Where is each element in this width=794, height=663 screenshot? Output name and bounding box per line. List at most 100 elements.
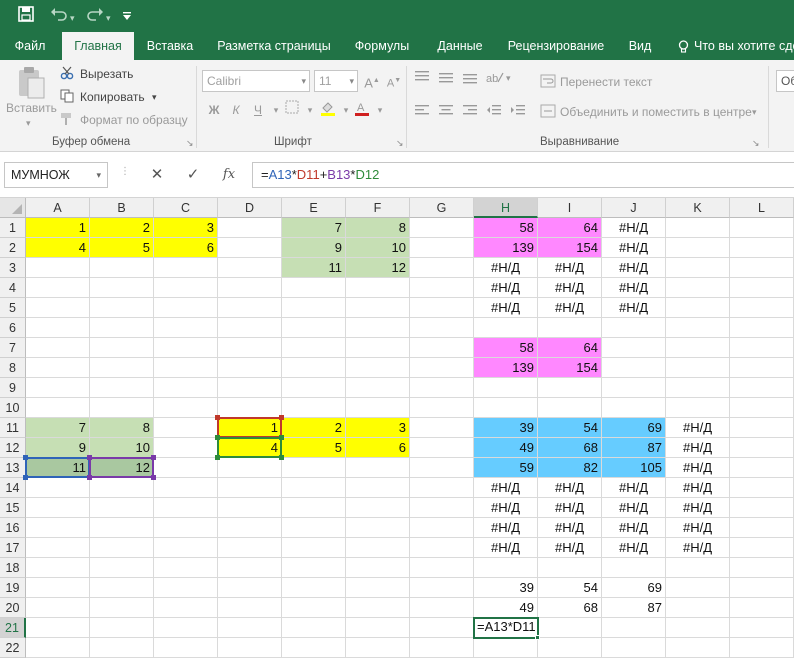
cell-i20[interactable]: 68 — [538, 598, 602, 618]
empty-cell[interactable] — [666, 398, 730, 418]
empty-cell[interactable] — [154, 518, 218, 538]
empty-cell[interactable] — [26, 558, 90, 578]
empty-cell[interactable] — [90, 558, 154, 578]
empty-cell[interactable] — [26, 598, 90, 618]
empty-cell[interactable] — [218, 618, 282, 638]
borders-dropdown-icon[interactable]: ▾ — [300, 100, 320, 120]
cell-f2[interactable]: 10 — [346, 238, 410, 258]
empty-cell[interactable] — [730, 238, 794, 258]
tab-home[interactable]: Главная — [62, 32, 134, 61]
cell-i7[interactable]: 64 — [538, 338, 602, 358]
empty-cell[interactable] — [26, 318, 90, 338]
empty-cell[interactable] — [346, 558, 410, 578]
cell-d11[interactable]: 1 — [218, 418, 282, 438]
tab-file[interactable]: Файл — [4, 32, 56, 60]
empty-cell[interactable] — [218, 218, 282, 238]
align-center-icon[interactable] — [438, 104, 454, 122]
cut-button[interactable]: Вырезать — [80, 66, 133, 82]
empty-cell[interactable] — [666, 238, 730, 258]
empty-cell[interactable] — [90, 278, 154, 298]
column-header-l[interactable]: L — [730, 198, 794, 218]
underline-button[interactable]: Ч — [248, 100, 268, 120]
cell-a12[interactable]: 9 — [26, 438, 90, 458]
empty-cell[interactable] — [730, 418, 794, 438]
empty-cell[interactable] — [666, 318, 730, 338]
empty-cell[interactable] — [730, 618, 794, 638]
cell-j20[interactable]: 87 — [602, 598, 666, 618]
empty-cell[interactable] — [90, 318, 154, 338]
cell-a1[interactable]: 1 — [26, 218, 90, 238]
empty-cell[interactable] — [666, 558, 730, 578]
empty-cell[interactable] — [282, 558, 346, 578]
cell-e11[interactable]: 2 — [282, 418, 346, 438]
empty-cell[interactable] — [282, 598, 346, 618]
reference-resize-handle[interactable] — [215, 435, 220, 440]
cell-i2[interactable]: 154 — [538, 238, 602, 258]
row-header-2[interactable]: 2 — [0, 238, 26, 258]
empty-cell[interactable] — [154, 538, 218, 558]
reference-resize-handle[interactable] — [215, 455, 220, 460]
empty-cell[interactable] — [602, 378, 666, 398]
cell-j4[interactable]: #Н/Д — [602, 278, 666, 298]
reference-resize-handle[interactable] — [279, 415, 284, 420]
empty-cell[interactable] — [282, 398, 346, 418]
paste-button[interactable]: Вставить — [6, 100, 57, 116]
cell-h17[interactable]: #Н/Д — [474, 538, 538, 558]
empty-cell[interactable] — [346, 318, 410, 338]
font-name-select[interactable]: Calibri ▾ — [202, 70, 310, 92]
cell-b1[interactable]: 2 — [90, 218, 154, 238]
empty-cell[interactable] — [474, 638, 538, 658]
cell-k17[interactable]: #Н/Д — [666, 538, 730, 558]
empty-cell[interactable] — [602, 358, 666, 378]
empty-cell[interactable] — [154, 498, 218, 518]
empty-cell[interactable] — [26, 478, 90, 498]
column-header-e[interactable]: E — [282, 198, 346, 218]
formula-bar-grip-icon[interactable]: ⋮ — [120, 166, 130, 177]
cell-e1[interactable]: 7 — [282, 218, 346, 238]
insert-function-icon[interactable]: fx — [214, 162, 244, 188]
tell-me-search[interactable]: Что вы хотите сделать? — [694, 32, 794, 60]
empty-cell[interactable] — [538, 618, 602, 638]
empty-cell[interactable] — [602, 618, 666, 638]
row-header-8[interactable]: 8 — [0, 358, 26, 378]
cell-h4[interactable]: #Н/Д — [474, 278, 538, 298]
row-header-15[interactable]: 15 — [0, 498, 26, 518]
cell-k15[interactable]: #Н/Д — [666, 498, 730, 518]
column-header-f[interactable]: F — [346, 198, 410, 218]
cell-i14[interactable]: #Н/Д — [538, 478, 602, 498]
select-all-corner[interactable] — [0, 198, 26, 218]
cell-d12[interactable]: 4 — [218, 438, 282, 458]
cell-h16[interactable]: #Н/Д — [474, 518, 538, 538]
empty-cell[interactable] — [154, 338, 218, 358]
row-header-17[interactable]: 17 — [0, 538, 26, 558]
empty-cell[interactable] — [410, 478, 474, 498]
empty-cell[interactable] — [26, 378, 90, 398]
empty-cell[interactable] — [410, 258, 474, 278]
merge-dropdown-icon[interactable]: ▾ — [752, 104, 757, 120]
number-format-select[interactable]: Об — [776, 70, 794, 92]
empty-cell[interactable] — [154, 438, 218, 458]
empty-cell[interactable] — [730, 518, 794, 538]
reference-resize-handle[interactable] — [87, 475, 92, 480]
row-header-22[interactable]: 22 — [0, 638, 26, 658]
empty-cell[interactable] — [218, 378, 282, 398]
empty-cell[interactable] — [90, 578, 154, 598]
empty-cell[interactable] — [218, 258, 282, 278]
empty-cell[interactable] — [538, 398, 602, 418]
name-box[interactable]: МУМНОЖ ▾ — [4, 162, 108, 188]
cell-e3[interactable]: 11 — [282, 258, 346, 278]
empty-cell[interactable] — [346, 638, 410, 658]
empty-cell[interactable] — [730, 598, 794, 618]
empty-cell[interactable] — [26, 618, 90, 638]
empty-cell[interactable] — [410, 578, 474, 598]
empty-cell[interactable] — [410, 298, 474, 318]
empty-cell[interactable] — [410, 278, 474, 298]
column-header-i[interactable]: I — [538, 198, 602, 218]
empty-cell[interactable] — [474, 318, 538, 338]
empty-cell[interactable] — [282, 318, 346, 338]
empty-cell[interactable] — [26, 518, 90, 538]
borders-icon[interactable] — [282, 100, 302, 120]
row-header-7[interactable]: 7 — [0, 338, 26, 358]
empty-cell[interactable] — [346, 378, 410, 398]
cell-i13[interactable]: 82 — [538, 458, 602, 478]
